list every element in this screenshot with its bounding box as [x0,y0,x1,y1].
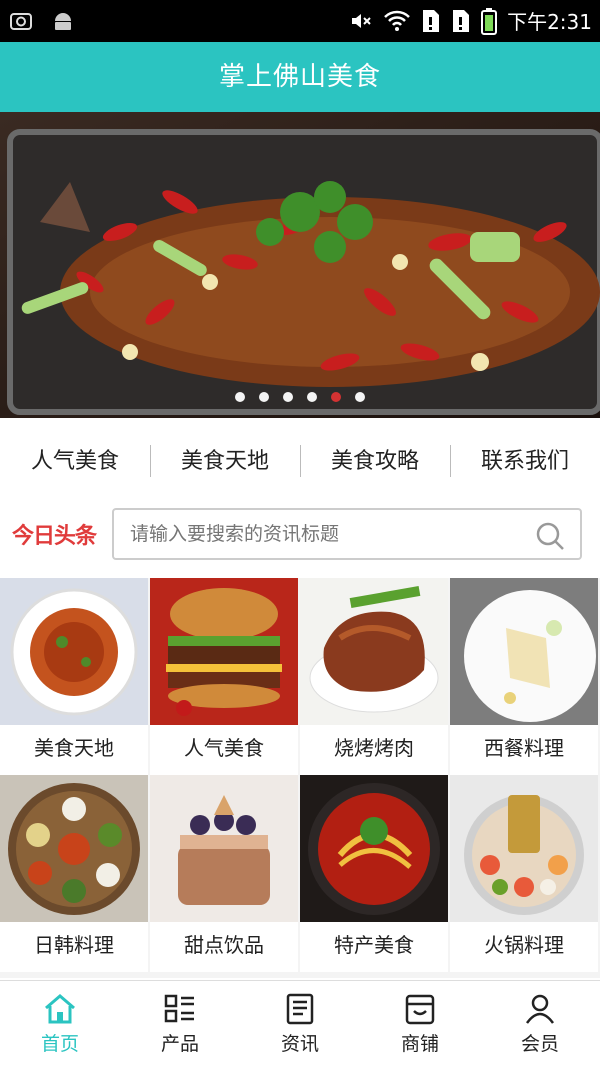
user-icon [525,994,555,1024]
home-icon [45,993,75,1023]
category-image [450,775,598,922]
tab-label: 资讯 [280,1032,319,1055]
tab-label: 首页 [40,1032,79,1055]
carousel-dot[interactable] [307,392,317,402]
tab-label: 会员 [520,1032,559,1055]
tab-home[interactable]: 首页 [0,981,120,1067]
carousel-indicator[interactable] [0,392,600,402]
category-tile[interactable]: 美食天地 [0,578,148,775]
bottom-tab-bar: 首页 产品 资讯 商铺 会员 [0,980,600,1067]
category-image [150,578,298,725]
android-icon [55,13,71,30]
search-input[interactable] [114,510,514,558]
nav-item-popular-food[interactable]: 人气美食 [0,443,150,475]
category-image [0,578,148,725]
carousel-dot[interactable] [331,392,341,402]
app-header: 掌上佛山美食 [0,42,600,112]
tab-stores[interactable]: 商铺 [360,981,480,1067]
search-row: 今日头条 [0,506,600,562]
carousel-dot[interactable] [355,392,365,402]
category-image [0,775,148,922]
sim1-icon [423,9,440,32]
category-label: 甜点饮品 [150,922,298,968]
category-grid: 美食天地 人气美食 烧烤烤肉 西餐料理 日韩料理 甜点饮品 特产美食 火锅料理 [0,578,600,972]
battery-icon [481,7,498,35]
category-label: 特产美食 [300,922,448,968]
screenshot-icon [10,13,32,30]
category-label: 西餐料理 [450,725,598,771]
category-tile[interactable]: 日韩料理 [0,775,148,972]
sim2-icon [453,9,470,32]
category-tile[interactable]: 甜点饮品 [150,775,298,972]
toutiao-logo: 今日头条 [12,524,97,549]
category-image [150,775,298,922]
carousel-dot[interactable] [283,392,293,402]
category-tile[interactable]: 特产美食 [300,775,448,972]
clock: 下午2:31 [507,10,592,34]
category-tile[interactable]: 烧烤烤肉 [300,578,448,775]
tab-news[interactable]: 资讯 [240,981,360,1067]
nav-item-contact-us[interactable]: 联系我们 [450,443,600,477]
nav-item-food-guide[interactable]: 美食攻略 [300,443,450,477]
category-tile[interactable]: 人气美食 [150,578,298,775]
news-icon [286,993,314,1024]
category-label: 烧烤烤肉 [300,725,448,771]
status-bar: 下午2:31 [0,0,600,42]
category-label: 日韩料理 [0,922,148,968]
wifi-icon [384,10,410,31]
category-tile[interactable]: 西餐料理 [450,578,598,775]
category-image [300,775,448,922]
page-title: 掌上佛山美食 [218,62,381,92]
tab-member[interactable]: 会员 [480,981,600,1067]
store-icon [405,994,435,1024]
carousel-dot[interactable] [235,392,245,402]
carousel-dot[interactable] [259,392,269,402]
tab-label: 产品 [160,1032,199,1055]
category-tile[interactable]: 火锅料理 [450,775,598,972]
category-label: 人气美食 [150,725,298,771]
search-box[interactable] [112,508,582,560]
quick-nav: 人气美食 美食天地 美食攻略 联系我们 [0,430,600,488]
category-label: 美食天地 [0,725,148,771]
category-label: 火锅料理 [450,922,598,968]
banner-image [0,112,600,418]
category-image [450,578,598,725]
tab-products[interactable]: 产品 [120,981,240,1067]
category-image [300,578,448,725]
mute-icon [352,13,371,28]
nav-item-food-world[interactable]: 美食天地 [150,443,300,477]
tab-label: 商铺 [400,1032,439,1055]
banner-carousel[interactable] [0,112,600,418]
search-icon[interactable] [534,520,566,552]
grid-list-icon [164,994,194,1022]
